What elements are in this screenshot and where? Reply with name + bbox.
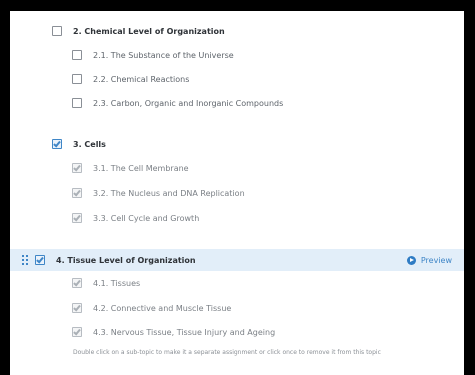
drag-handle-icon[interactable]	[22, 254, 28, 266]
topic-label: 3. Cells	[73, 139, 106, 149]
subtopic-row-2-2[interactable]: 2.2. Chemical Reactions	[72, 74, 464, 84]
subtopic-label: 2.3. Carbon, Organic and Inorganic Compo…	[93, 98, 284, 108]
subtopic-label: 2.1. The Substance of the Universe	[93, 50, 234, 60]
topic-row-2[interactable]: 2. Chemical Level of Organization	[52, 26, 464, 36]
checkbox-checked-icon[interactable]	[72, 163, 82, 173]
preview-label: Preview	[420, 255, 452, 265]
subtopic-label: 4.1. Tissues	[93, 278, 141, 288]
subtopic-label: 3.3. Cell Cycle and Growth	[93, 213, 200, 223]
subtopic-row-3-2[interactable]: 3.2. The Nucleus and DNA Replication	[72, 188, 464, 198]
checkbox-checked-icon[interactable]	[72, 303, 82, 313]
subtopic-label: 4.3. Nervous Tissue, Tissue Injury and A…	[93, 327, 276, 337]
subtopic-row-3-3[interactable]: 3.3. Cell Cycle and Growth	[72, 213, 464, 223]
topic-row-4[interactable]: 4. Tissue Level of Organization Preview	[10, 249, 464, 271]
topic-row-3[interactable]: 3. Cells	[52, 139, 464, 149]
instruction-hint: Double click on a sub-topic to make it a…	[73, 349, 381, 356]
subtopic-row-2-1[interactable]: 2.1. The Substance of the Universe	[72, 50, 464, 60]
checkbox-icon[interactable]	[72, 74, 82, 84]
topic-label: 2. Chemical Level of Organization	[73, 26, 225, 36]
checkbox-checked-icon[interactable]	[72, 213, 82, 223]
topic-label: 4. Tissue Level of Organization	[56, 255, 196, 265]
play-circle-icon	[406, 255, 416, 265]
checkbox-checked-icon[interactable]	[72, 278, 82, 288]
subtopic-label: 2.2. Chemical Reactions	[93, 74, 190, 84]
checkbox-checked-icon[interactable]	[72, 327, 82, 337]
checkbox-checked-icon[interactable]	[72, 188, 82, 198]
subtopic-label: 3.2. The Nucleus and DNA Replication	[93, 188, 245, 198]
checkbox-checked-icon[interactable]	[52, 139, 62, 149]
subtopic-row-4-2[interactable]: 4.2. Connective and Muscle Tissue	[72, 303, 464, 313]
preview-button[interactable]: Preview	[406, 255, 452, 265]
subtopic-row-2-3[interactable]: 2.3. Carbon, Organic and Inorganic Compo…	[72, 98, 464, 108]
subtopic-row-4-1[interactable]: 4.1. Tissues	[72, 278, 464, 288]
checkbox-icon[interactable]	[72, 98, 82, 108]
checkbox-icon[interactable]	[52, 26, 62, 36]
checkbox-icon[interactable]	[72, 50, 82, 60]
subtopic-row-3-1[interactable]: 3.1. The Cell Membrane	[72, 163, 464, 173]
checkbox-checked-icon[interactable]	[35, 255, 45, 265]
topic-selection-panel: 2. Chemical Level of Organization 2.1. T…	[10, 11, 464, 375]
subtopic-label: 4.2. Connective and Muscle Tissue	[93, 303, 232, 313]
subtopic-row-4-3[interactable]: 4.3. Nervous Tissue, Tissue Injury and A…	[72, 327, 464, 337]
subtopic-label: 3.1. The Cell Membrane	[93, 163, 189, 173]
